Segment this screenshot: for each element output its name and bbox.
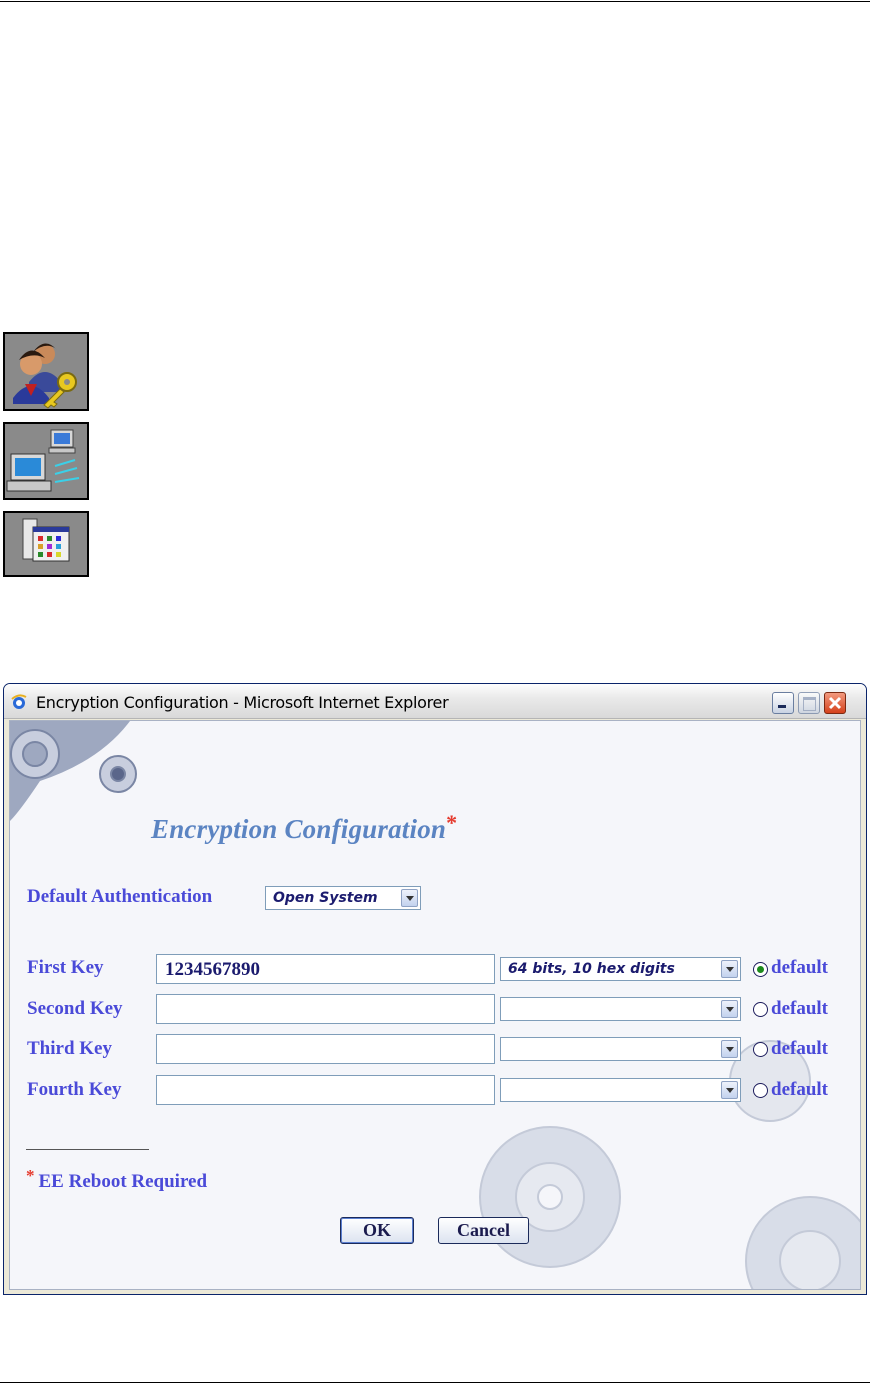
ok-button[interactable]: OK	[340, 1217, 414, 1244]
third-key-length-select[interactable]	[500, 1037, 741, 1061]
first-key-label: First Key	[27, 957, 104, 978]
input-value: 1234567890	[165, 959, 260, 980]
minimize-button[interactable]	[772, 692, 794, 714]
application-window-icon	[3, 511, 89, 577]
third-key-label: Third Key	[27, 1038, 112, 1059]
page-title-text: Encryption Configuration	[151, 814, 447, 844]
default-authentication-label: Default Authentication	[27, 886, 213, 907]
third-key-input[interactable]	[156, 1034, 495, 1064]
default-label: default	[771, 1079, 828, 1100]
second-key-length-select[interactable]	[500, 997, 741, 1021]
first-key-input[interactable]: 1234567890	[156, 954, 495, 984]
second-key-label: Second Key	[27, 998, 123, 1019]
default-authentication-select[interactable]: Open System	[265, 886, 421, 910]
internet-explorer-icon	[11, 694, 27, 709]
close-button[interactable]	[824, 692, 846, 714]
divider	[26, 1149, 149, 1150]
fourth-key-input[interactable]	[156, 1075, 495, 1105]
reboot-note: * EE Reboot Required	[26, 1166, 208, 1193]
maximize-icon	[803, 697, 816, 711]
window-title: Encryption Configuration - Microsoft Int…	[36, 693, 449, 712]
second-key-input[interactable]	[156, 994, 495, 1024]
window-titlebar[interactable]: Encryption Configuration - Microsoft Int…	[4, 684, 866, 719]
bottom-rule	[0, 1382, 870, 1383]
chevron-down-icon[interactable]	[721, 1081, 738, 1099]
reboot-note-text: EE Reboot Required	[38, 1171, 208, 1192]
select-value: Open System	[273, 890, 378, 906]
fourth-key-length-select[interactable]	[500, 1078, 741, 1102]
first-key-default-radio[interactable]	[753, 962, 768, 977]
fourth-key-label: Fourth Key	[27, 1079, 122, 1100]
first-key-length-select[interactable]: 64 bits, 10 hex digits	[500, 957, 741, 981]
default-label: default	[771, 957, 828, 978]
top-rule	[0, 1, 870, 2]
chevron-down-icon[interactable]	[721, 960, 738, 978]
required-marker: *	[446, 810, 458, 835]
cancel-button[interactable]: Cancel	[438, 1217, 529, 1244]
chevron-down-icon[interactable]	[401, 889, 418, 907]
required-marker: *	[26, 1166, 35, 1185]
chevron-down-icon[interactable]	[721, 1040, 738, 1058]
page-title: Encryption Configuration*	[151, 810, 457, 845]
chevron-down-icon[interactable]	[721, 1000, 738, 1018]
encryption-config-window: Encryption Configuration - Microsoft Int…	[3, 683, 867, 1295]
default-label: default	[771, 1038, 828, 1059]
close-icon	[828, 696, 842, 710]
dialog-content: Encryption Configuration* Default Authen…	[9, 720, 861, 1290]
default-label: default	[771, 998, 828, 1019]
network-computers-icon	[3, 422, 89, 500]
minimize-icon	[778, 705, 786, 708]
maximize-button[interactable]	[798, 692, 820, 714]
fourth-key-default-radio[interactable]	[753, 1083, 768, 1098]
users-key-icon	[3, 332, 89, 411]
second-key-default-radio[interactable]	[753, 1002, 768, 1017]
third-key-default-radio[interactable]	[753, 1042, 768, 1057]
select-value: 64 bits, 10 hex digits	[508, 961, 675, 977]
